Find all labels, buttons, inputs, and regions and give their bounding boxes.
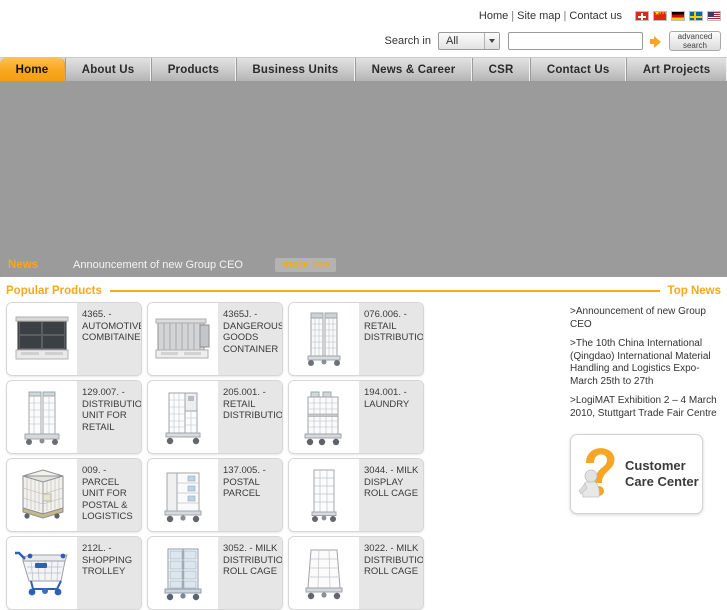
product-grid: 4365. - AUTOMOTIVE COMBITAINER 4365J. - … — [6, 302, 562, 610]
nav-label-home: Home — [15, 63, 49, 76]
section-divider-rule — [109, 290, 660, 292]
flag-sweden-icon[interactable] — [689, 10, 703, 21]
nav-item-art-projects[interactable]: Art Projects — [626, 58, 727, 81]
flag-switzerland-icon[interactable] — [635, 10, 649, 21]
advanced-search-line1: advanced — [677, 32, 713, 41]
product-label: 3044. - MILK DISPLAY ROLL CAGE — [359, 459, 423, 531]
product-label: 4365. - AUTOMOTIVE COMBITAINER — [77, 303, 141, 375]
customer-care-line2: Care Center — [625, 474, 699, 489]
product-label: 076.006. - RETAIL DISTRIBUTION — [359, 303, 423, 375]
product-card[interactable]: 212L. - SHOPPING TROLLEY — [6, 536, 142, 610]
product-card[interactable]: 009. - PARCEL UNIT FOR POSTAL & LOGISTIC… — [6, 458, 142, 532]
product-card[interactable]: 4365. - AUTOMOTIVE COMBITAINER — [6, 302, 142, 376]
product-label: 212L. - SHOPPING TROLLEY — [77, 537, 141, 609]
section-header-row: Popular Products Top News — [0, 280, 727, 302]
top-link-home[interactable]: Home — [478, 10, 509, 22]
search-input[interactable] — [508, 32, 643, 50]
content-area: 4365. - AUTOMOTIVE COMBITAINER 4365J. - … — [0, 302, 727, 610]
search-label: Search in — [384, 35, 431, 47]
section-title-popular-products: Popular Products — [6, 285, 102, 297]
nav-item-business-units[interactable]: Business Units — [235, 58, 355, 81]
flag-usa-icon[interactable] — [707, 10, 721, 21]
nav-label-contact-us: Contact Us — [546, 63, 610, 76]
nav-item-about-us[interactable]: About Us — [65, 58, 152, 81]
customer-care-center-banner[interactable]: Customer Care Center — [570, 434, 703, 514]
product-label: 3022. - MILK DISTRIBUTION ROLL CAGE — [359, 537, 423, 609]
product-card[interactable]: 129.007. - DISTRIBUTION UNIT FOR RETAIL — [6, 380, 142, 454]
news-ticker-bar: News Announcement of new Group CEO more >… — [0, 253, 727, 277]
milk-roll-cage-icon — [289, 537, 359, 609]
news-more-chevrons: >>> — [312, 259, 330, 271]
main-navigation: Home About Us Products Business Units Ne… — [0, 57, 727, 81]
milk-roll-cage-icon — [148, 537, 218, 609]
product-card[interactable]: 194.001. - LAUNDRY — [288, 380, 424, 454]
flag-germany-icon[interactable] — [671, 10, 685, 21]
page-root: Home|Site map|Contact us Search in All a… — [0, 0, 727, 610]
advanced-search-line2: search — [682, 41, 707, 50]
top-news-column: >Announcement of new Group CEO >The 10th… — [570, 302, 721, 610]
product-label: 137.005. - POSTAL PARCEL — [218, 459, 282, 531]
roll-cage-icon — [7, 381, 77, 453]
product-label: 129.007. - DISTRIBUTION UNIT FOR RETAIL — [77, 381, 141, 453]
nav-label-business-units: Business Units — [252, 63, 339, 76]
news-ticker-label: News — [8, 259, 39, 271]
top-links: Home | Site map | Contact us — [478, 10, 623, 22]
product-card[interactable]: 3022. - MILK DISTRIBUTION ROLL CAGE — [288, 536, 424, 610]
top-utility-bar: Home | Site map | Contact us — [0, 0, 727, 26]
product-card[interactable]: 4365J. - DANGEROUS GOODS CONTAINER — [147, 302, 283, 376]
product-card[interactable]: 137.005. - POSTAL PARCEL — [147, 458, 283, 532]
advanced-search-button[interactable]: advanced search — [669, 31, 721, 51]
postal-parcel-icon — [148, 459, 218, 531]
language-flags — [635, 10, 721, 21]
product-card[interactable]: 076.006. - RETAIL DISTRIBUTION — [288, 302, 424, 376]
product-label: 009. - PARCEL UNIT FOR POSTAL & LOGISTIC… — [77, 459, 141, 531]
nav-label-news-career: News & Career — [371, 63, 456, 76]
top-news-item[interactable]: >LogiMAT Exhibition 2 – 4 March 2010, St… — [570, 395, 721, 420]
product-card[interactable]: 3052. - MILK DISTRIBUTION ROLL CAGE — [147, 536, 283, 610]
flag-china-icon[interactable] — [653, 10, 667, 21]
popular-products-column: 4365. - AUTOMOTIVE COMBITAINER 4365J. - … — [6, 302, 562, 610]
top-news-item[interactable]: >The 10th China International (Qingdao) … — [570, 338, 721, 388]
nav-label-art-projects: Art Projects — [642, 63, 711, 76]
nav-label-csr: CSR — [488, 63, 514, 76]
nav-item-products[interactable]: Products — [151, 58, 236, 81]
parcel-unit-icon — [7, 459, 77, 531]
nav-label-products: Products — [167, 63, 220, 76]
top-link-contact-us[interactable]: Contact us — [568, 10, 623, 22]
customer-care-line1: Customer — [625, 458, 686, 473]
dangerous-goods-container-icon — [148, 303, 218, 375]
news-more-button[interactable]: more >>> — [274, 258, 337, 272]
shopping-trolley-icon — [7, 537, 77, 609]
section-title-top-news: Top News — [667, 285, 721, 297]
product-card[interactable]: 3044. - MILK DISPLAY ROLL CAGE — [288, 458, 424, 532]
product-card[interactable]: 205.001. - RETAIL DISTRIBUTION — [147, 380, 283, 454]
search-bar: Search in All advanced search — [0, 30, 727, 52]
top-news-item[interactable]: >Announcement of new Group CEO — [570, 306, 721, 331]
shelf-cage-icon — [148, 381, 218, 453]
chevron-down-icon[interactable] — [484, 33, 499, 49]
nav-item-home[interactable]: Home — [0, 58, 66, 81]
top-news-list: >Announcement of new Group CEO >The 10th… — [570, 302, 721, 420]
product-label: 4365J. - DANGEROUS GOODS CONTAINER — [218, 303, 282, 375]
search-go-arrow-icon[interactable] — [650, 35, 661, 48]
product-label: 3052. - MILK DISTRIBUTION ROLL CAGE — [218, 537, 282, 609]
nav-item-contact-us[interactable]: Contact Us — [530, 58, 627, 81]
milk-display-icon — [289, 459, 359, 531]
question-mark-icon — [578, 448, 615, 498]
news-more-label: more — [281, 259, 309, 271]
nav-label-about-us: About Us — [81, 63, 135, 76]
combitainer-icon — [7, 303, 77, 375]
nav-item-news-career[interactable]: News & Career — [354, 58, 473, 81]
search-scope-select[interactable]: All — [438, 32, 500, 50]
customer-care-center-text: Customer Care Center — [625, 458, 699, 490]
nav-item-csr[interactable]: CSR — [472, 58, 531, 81]
product-label: 205.001. - RETAIL DISTRIBUTION — [218, 381, 282, 453]
top-link-site-map[interactable]: Site map — [516, 10, 561, 22]
product-label: 194.001. - LAUNDRY — [359, 381, 423, 453]
search-scope-value: All — [446, 35, 459, 47]
news-ticker-headline[interactable]: Announcement of new Group CEO — [73, 259, 243, 271]
laundry-cage-icon — [289, 381, 359, 453]
roll-cage-icon — [289, 303, 359, 375]
hero-banner — [0, 81, 727, 253]
